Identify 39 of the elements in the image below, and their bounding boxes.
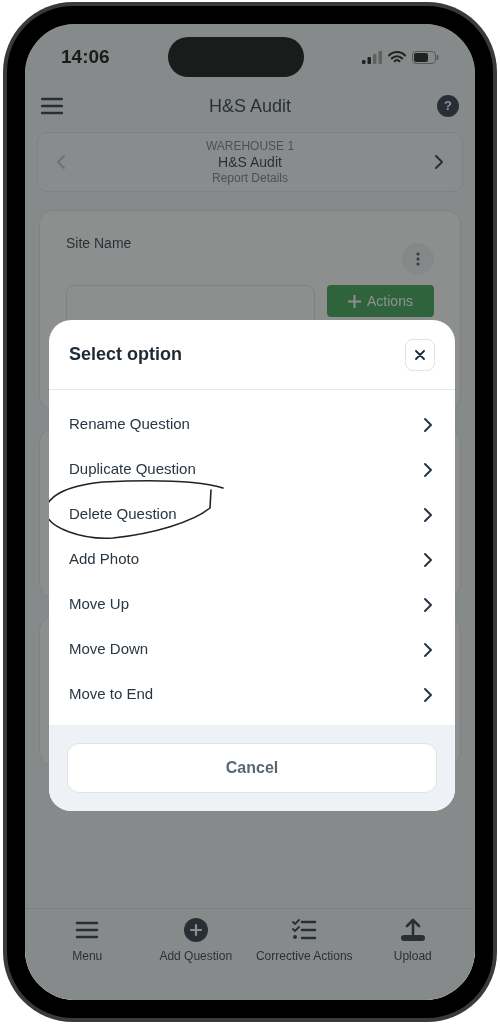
menu-icon: [75, 920, 100, 940]
battery-icon: [412, 50, 439, 64]
status-time: 14:06: [61, 44, 110, 69]
nav-tab[interactable]: Menu: [33, 917, 142, 1000]
report-location: WAREHOUSE 1: [205, 138, 295, 154]
upload-icon: [399, 918, 426, 942]
dialog-title: Select option: [69, 343, 182, 366]
option-item[interactable]: Rename Question: [49, 402, 455, 447]
menu-icon[interactable]: [41, 97, 63, 115]
close-icon: [415, 349, 425, 360]
chevron-right-icon[interactable]: [423, 686, 433, 703]
question-label: Site Name: [66, 234, 132, 253]
checklist-icon: [291, 919, 318, 941]
help-icon[interactable]: ?: [437, 95, 459, 117]
chevron-right-icon[interactable]: [423, 416, 433, 433]
nav-tab[interactable]: Add Question: [141, 917, 250, 1000]
nav-tab[interactable]: Corrective Actions: [250, 917, 359, 1000]
option-item[interactable]: Move to End: [49, 672, 455, 717]
chevron-right-icon[interactable]: [423, 641, 433, 658]
signal-icon: [362, 50, 382, 64]
chevron-right-icon[interactable]: [423, 461, 433, 478]
nav-tab[interactable]: Upload: [358, 917, 467, 1000]
report-subtitle: Report Details: [212, 170, 288, 186]
report-title: H&S Audit: [218, 154, 282, 170]
plus-circle-icon: [183, 918, 208, 942]
chevron-right-icon[interactable]: [423, 506, 433, 523]
option-item[interactable]: Add Photo: [49, 537, 455, 582]
kebab-icon: [416, 252, 420, 266]
wifi-icon: [388, 50, 406, 64]
screen-title: H&S Audit: [208, 94, 291, 118]
chevron-right-icon[interactable]: [423, 551, 433, 568]
option-item[interactable]: Duplicate Question: [49, 447, 455, 492]
cancel-button[interactable]: Cancel: [67, 743, 437, 793]
close-button[interactable]: [405, 338, 435, 371]
option-item[interactable]: Delete Question: [49, 492, 455, 537]
chevron-right-icon[interactable]: [423, 596, 433, 613]
option-item[interactable]: Move Up: [49, 582, 455, 627]
plus-icon: [348, 294, 362, 308]
option-item[interactable]: Move Down: [49, 627, 455, 672]
